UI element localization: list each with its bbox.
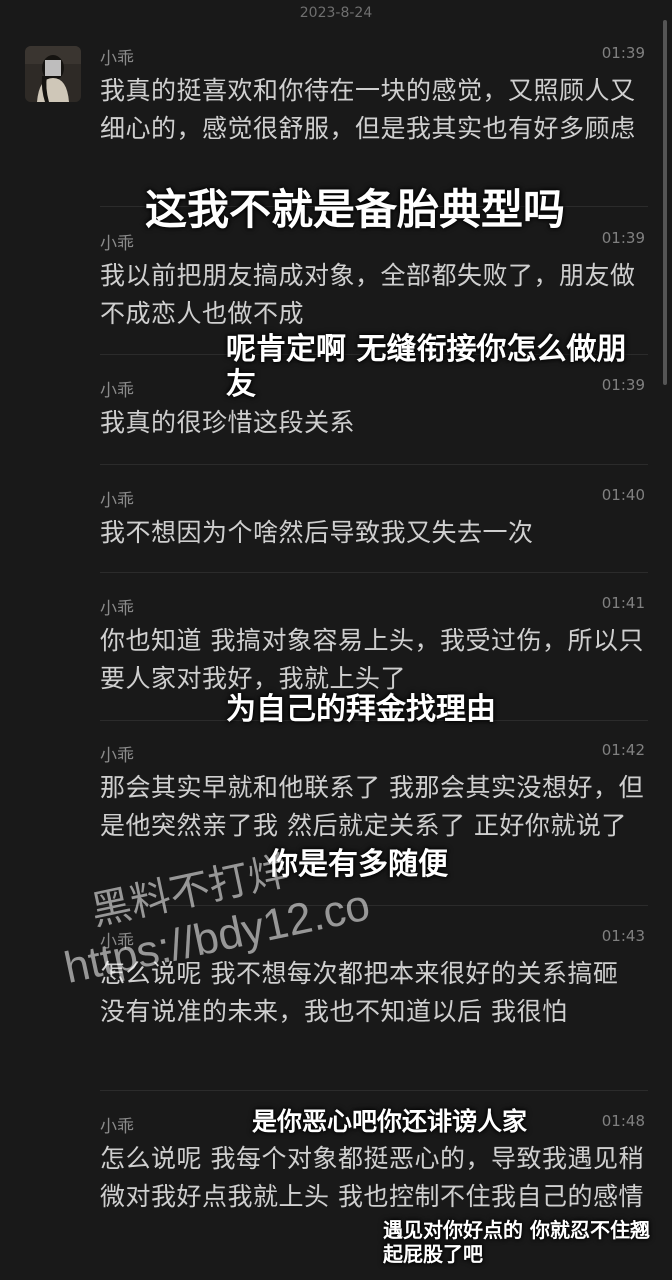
message-text: 怎么说呢 我每个对象都挺恶心的，导致我遇见稍微对我好点我就上头 我也控制不住我自… [100,1144,644,1211]
message-time: 01:41 [601,594,645,612]
sender-name: 小乖 [100,234,134,254]
message-text: 我真的挺喜欢和你待在一块的感觉，又照顾人又细心的，感觉很舒服，但是我其实也有好多… [100,76,636,143]
sender-name: 小乖 [100,746,134,766]
avatar-photo [25,46,81,102]
message-text: 你也知道 我搞对象容易上头，我受过伤，所以只要人家对我好，我就上头了 [100,626,644,693]
message-text: 我真的很珍惜这段关系 [100,408,356,437]
message-text: 我以前把朋友搞成对象，全部都失败了，朋友做不成恋人也做不成 [100,261,636,328]
annotation-caption: 遇见对你好点的 你就忍不住翘起屁股了吧 [383,1218,650,1266]
message-time: 01:43 [601,927,645,945]
message-time: 01:42 [601,741,645,759]
divider [100,572,648,573]
message-text: 我不想因为个啥然后导致我又失去一次 [100,518,534,547]
sender-name: 小乖 [100,381,134,401]
message-time: 01:40 [601,486,645,504]
annotation-caption: 呢肯定啊 无缝衔接你怎么做朋友 [226,332,627,402]
message-text: 那会其实早就和他联系了 我那会其实没想好，但是他突然亲了我 然后就定关系了 正好… [100,773,644,840]
avatar[interactable] [25,46,81,102]
divider [100,1090,648,1091]
annotation-caption: 为自己的拜金找理由 [226,692,496,727]
sender-name: 小乖 [100,1117,134,1137]
divider [100,464,648,465]
annotation-caption: 这我不就是备胎典型吗 [145,185,566,234]
scrollbar[interactable] [663,20,667,385]
annotation-caption: 你是有多随便 [268,847,448,882]
sender-name: 小乖 [100,491,134,511]
chat-date: 2023-8-24 [299,5,373,21]
sender-name: 小乖 [100,599,134,619]
sender-name: 小乖 [100,49,134,69]
annotation-caption: 是你恶心吧你还诽谤人家 [252,1107,528,1136]
message-time: 01:39 [601,44,645,62]
